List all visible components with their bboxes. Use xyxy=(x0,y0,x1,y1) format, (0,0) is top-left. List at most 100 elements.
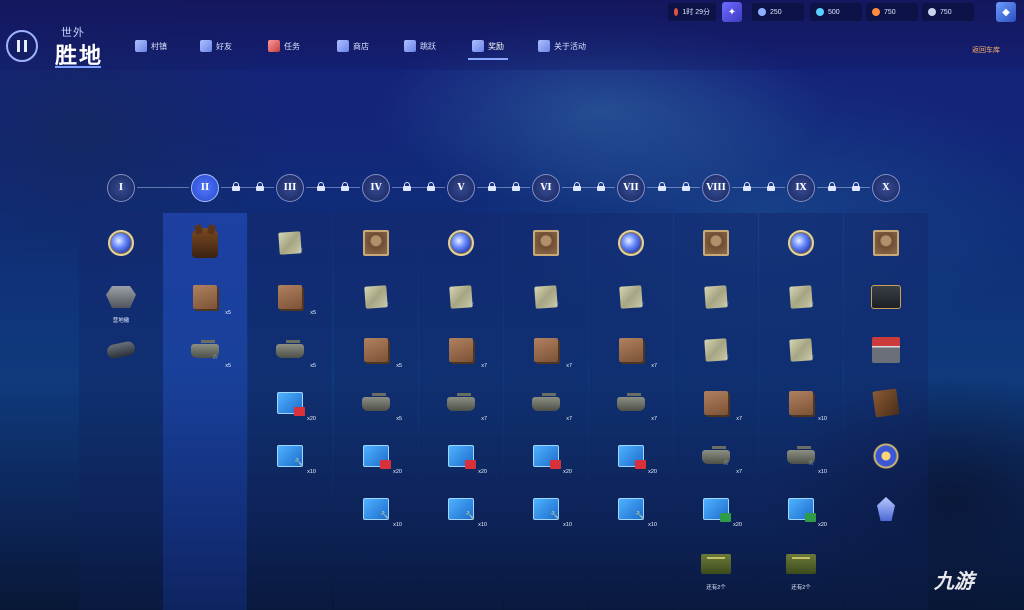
book-icon xyxy=(872,388,900,418)
reward-slot[interactable] xyxy=(700,227,732,259)
reward-slot[interactable] xyxy=(189,227,221,259)
medal-icon xyxy=(448,230,474,256)
reward-slot[interactable]: x20 xyxy=(445,440,487,475)
medal-icon xyxy=(618,230,644,256)
reward-slot[interactable]: x10 xyxy=(785,387,827,422)
resource-2-value: 500 xyxy=(828,8,840,16)
pause-button[interactable] xyxy=(6,30,38,62)
reward-slot[interactable]: x5 xyxy=(360,387,402,422)
reward-slot[interactable] xyxy=(105,334,137,366)
reward-slot[interactable]: x20 xyxy=(615,440,657,475)
reward-slot[interactable] xyxy=(870,227,902,259)
reward-slot[interactable]: x5 xyxy=(360,334,402,369)
reward-slot[interactable]: ☆ xyxy=(615,281,647,313)
reward-slot[interactable] xyxy=(615,227,647,259)
reward-slot[interactable] xyxy=(870,387,902,419)
blueprint-wrench-icon xyxy=(277,445,304,467)
ammo-box-icon xyxy=(701,554,731,574)
reward-slot[interactable] xyxy=(445,227,477,259)
reward-slot[interactable]: x10 xyxy=(530,493,572,528)
reward-slot[interactable]: ☆ x10 xyxy=(785,440,827,475)
reward-quantity: x5 xyxy=(396,363,402,369)
tier-node-VIII[interactable]: VIII xyxy=(702,174,730,202)
blueprint-icon xyxy=(363,445,391,469)
reward-slot[interactable]: 营地徽 xyxy=(105,281,137,324)
reward-slot[interactable] xyxy=(785,227,817,259)
share-button[interactable]: ✦ xyxy=(722,2,742,22)
reward-slot[interactable] xyxy=(530,227,562,259)
reward-slot[interactable]: x20 xyxy=(700,493,742,528)
reward-slot[interactable]: x7 xyxy=(530,334,572,369)
reward-slot[interactable]: ☆ x5 xyxy=(189,334,231,369)
reward-slot[interactable]: x20 xyxy=(274,387,316,422)
reward-slot[interactable] xyxy=(870,334,902,366)
reward-slot[interactable] xyxy=(105,227,137,259)
nav-item-info[interactable]: 关于活动 xyxy=(538,40,586,52)
badge-icon xyxy=(380,460,391,469)
tank-icon xyxy=(362,393,390,411)
reward-slot[interactable]: ☆ xyxy=(530,281,562,313)
tier-node-II[interactable]: II xyxy=(191,174,219,202)
reward-slot[interactable] xyxy=(870,493,902,525)
resource-4-value: 750 xyxy=(940,8,952,16)
reward-slot[interactable]: ☆ xyxy=(785,334,817,366)
reward-slot[interactable]: x7 xyxy=(700,387,742,422)
tier-node-VII[interactable]: VII xyxy=(617,174,645,202)
reward-slot[interactable]: 还有2个 xyxy=(700,548,732,591)
tier-node-IX[interactable]: IX xyxy=(787,174,815,202)
crate-icon xyxy=(364,338,388,362)
tier-node-X[interactable]: X xyxy=(872,174,900,202)
exit-link[interactable]: 返回车库 xyxy=(972,45,1000,55)
reward-slot[interactable]: x5 xyxy=(189,281,231,316)
resource-3: 750 xyxy=(866,3,918,21)
lock-icon xyxy=(657,182,666,191)
nav-item-medal[interactable]: 奖励 xyxy=(468,40,508,60)
brand-underline xyxy=(55,66,101,68)
tier-node-IV[interactable]: IV xyxy=(362,174,390,202)
nav-item-village[interactable]: 村镇 xyxy=(135,40,167,52)
star-icon: ☆ xyxy=(723,460,730,467)
track-connector xyxy=(477,187,530,188)
reward-slot[interactable]: ☆ x7 xyxy=(700,440,742,475)
tier-node-VI[interactable]: VI xyxy=(532,174,560,202)
reward-slot[interactable]: ☆ xyxy=(700,334,732,366)
jump-icon xyxy=(404,40,416,52)
reward-slot[interactable]: x10 xyxy=(360,493,402,528)
blueprint-icon xyxy=(618,445,646,469)
nav-item-shop[interactable]: 商店 xyxy=(337,40,369,52)
star-icon: ☆ xyxy=(212,354,219,361)
friends-icon xyxy=(200,40,212,52)
reward-slot[interactable]: ☆ xyxy=(274,227,306,259)
reward-slot[interactable]: x10 xyxy=(274,440,316,475)
reward-slot[interactable]: x10 xyxy=(445,493,487,528)
reward-slot[interactable]: ☆ xyxy=(785,281,817,313)
reward-slot[interactable]: x7 xyxy=(615,334,657,369)
reward-slot[interactable] xyxy=(870,281,902,313)
tier-node-III[interactable]: III xyxy=(276,174,304,202)
reward-slot[interactable] xyxy=(360,227,392,259)
reward-slot[interactable]: x5 xyxy=(274,281,316,316)
reward-slot[interactable]: ☆ xyxy=(360,281,392,313)
reward-slot[interactable]: x20 xyxy=(785,493,827,528)
reward-slot[interactable]: x10 xyxy=(615,493,657,528)
reward-slot[interactable]: x7 xyxy=(445,334,487,369)
tier-node-V[interactable]: V xyxy=(447,174,475,202)
reward-slot[interactable]: ☆ xyxy=(700,281,732,313)
reward-slot[interactable]: x20 xyxy=(360,440,402,475)
reward-slot[interactable]: x5 xyxy=(274,334,316,369)
reward-slot[interactable]: ☆ xyxy=(445,281,477,313)
reward-slot[interactable]: x7 xyxy=(615,387,657,422)
reward-slot[interactable]: x7 xyxy=(445,387,487,422)
tier-node-I[interactable]: I xyxy=(107,174,135,202)
lock-icon xyxy=(572,182,581,191)
track-connector xyxy=(221,187,274,188)
star-icon: ☆ xyxy=(638,301,645,308)
nav-item-tasks[interactable]: 任务 xyxy=(268,40,300,52)
nav-item-friends[interactable]: 好友 xyxy=(200,40,232,52)
reward-slot[interactable]: x7 xyxy=(530,387,572,422)
reward-slot[interactable] xyxy=(870,440,902,472)
reward-slot[interactable]: x20 xyxy=(530,440,572,475)
nav-item-jump[interactable]: 跳跃 xyxy=(404,40,436,52)
reward-slot[interactable]: 还有2个 xyxy=(785,548,817,591)
currency-button[interactable]: ◆ xyxy=(996,2,1016,22)
